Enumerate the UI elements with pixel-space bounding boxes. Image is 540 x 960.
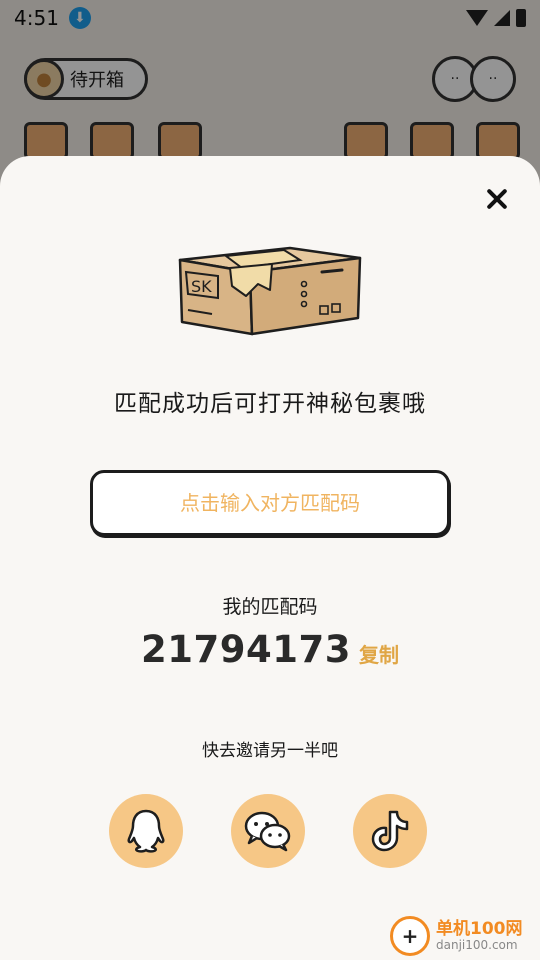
sheet-title: 匹配成功后可打开神秘包裹哦 [114, 391, 426, 417]
share-qq-button[interactable] [109, 794, 183, 868]
watermark-domain: danji100.com [436, 937, 518, 952]
qq-icon [127, 809, 165, 853]
wechat-icon [244, 811, 291, 852]
my-code-row: 21794173 复制 [0, 628, 540, 671]
close-button[interactable] [480, 182, 514, 216]
copy-button[interactable]: 复制 [359, 639, 399, 668]
partner-code-field[interactable] [90, 470, 450, 536]
share-wechat-button[interactable] [231, 794, 305, 868]
mystery-box-icon: SK [178, 246, 362, 336]
share-tiktok-button[interactable] [353, 794, 427, 868]
invite-label: 快去邀请另一半吧 [202, 741, 338, 761]
partner-code-input[interactable] [93, 473, 447, 533]
watermark: + 单机100网 danji100.com [390, 914, 540, 958]
tiktok-icon [371, 810, 409, 852]
my-code-value: 21794173 [141, 628, 351, 671]
watermark-name: 单机100网 [436, 919, 523, 940]
match-code-sheet: SK 匹配成功后可打开神秘包裹哦 我的匹配码 21794173 复制 快去邀请另… [0, 156, 540, 960]
watermark-logo-icon: + [390, 916, 430, 956]
my-code-label: 我的匹配码 [222, 596, 318, 618]
watermark-text: 单机100网 danji100.com [436, 920, 523, 952]
box-label: SK [191, 277, 212, 296]
